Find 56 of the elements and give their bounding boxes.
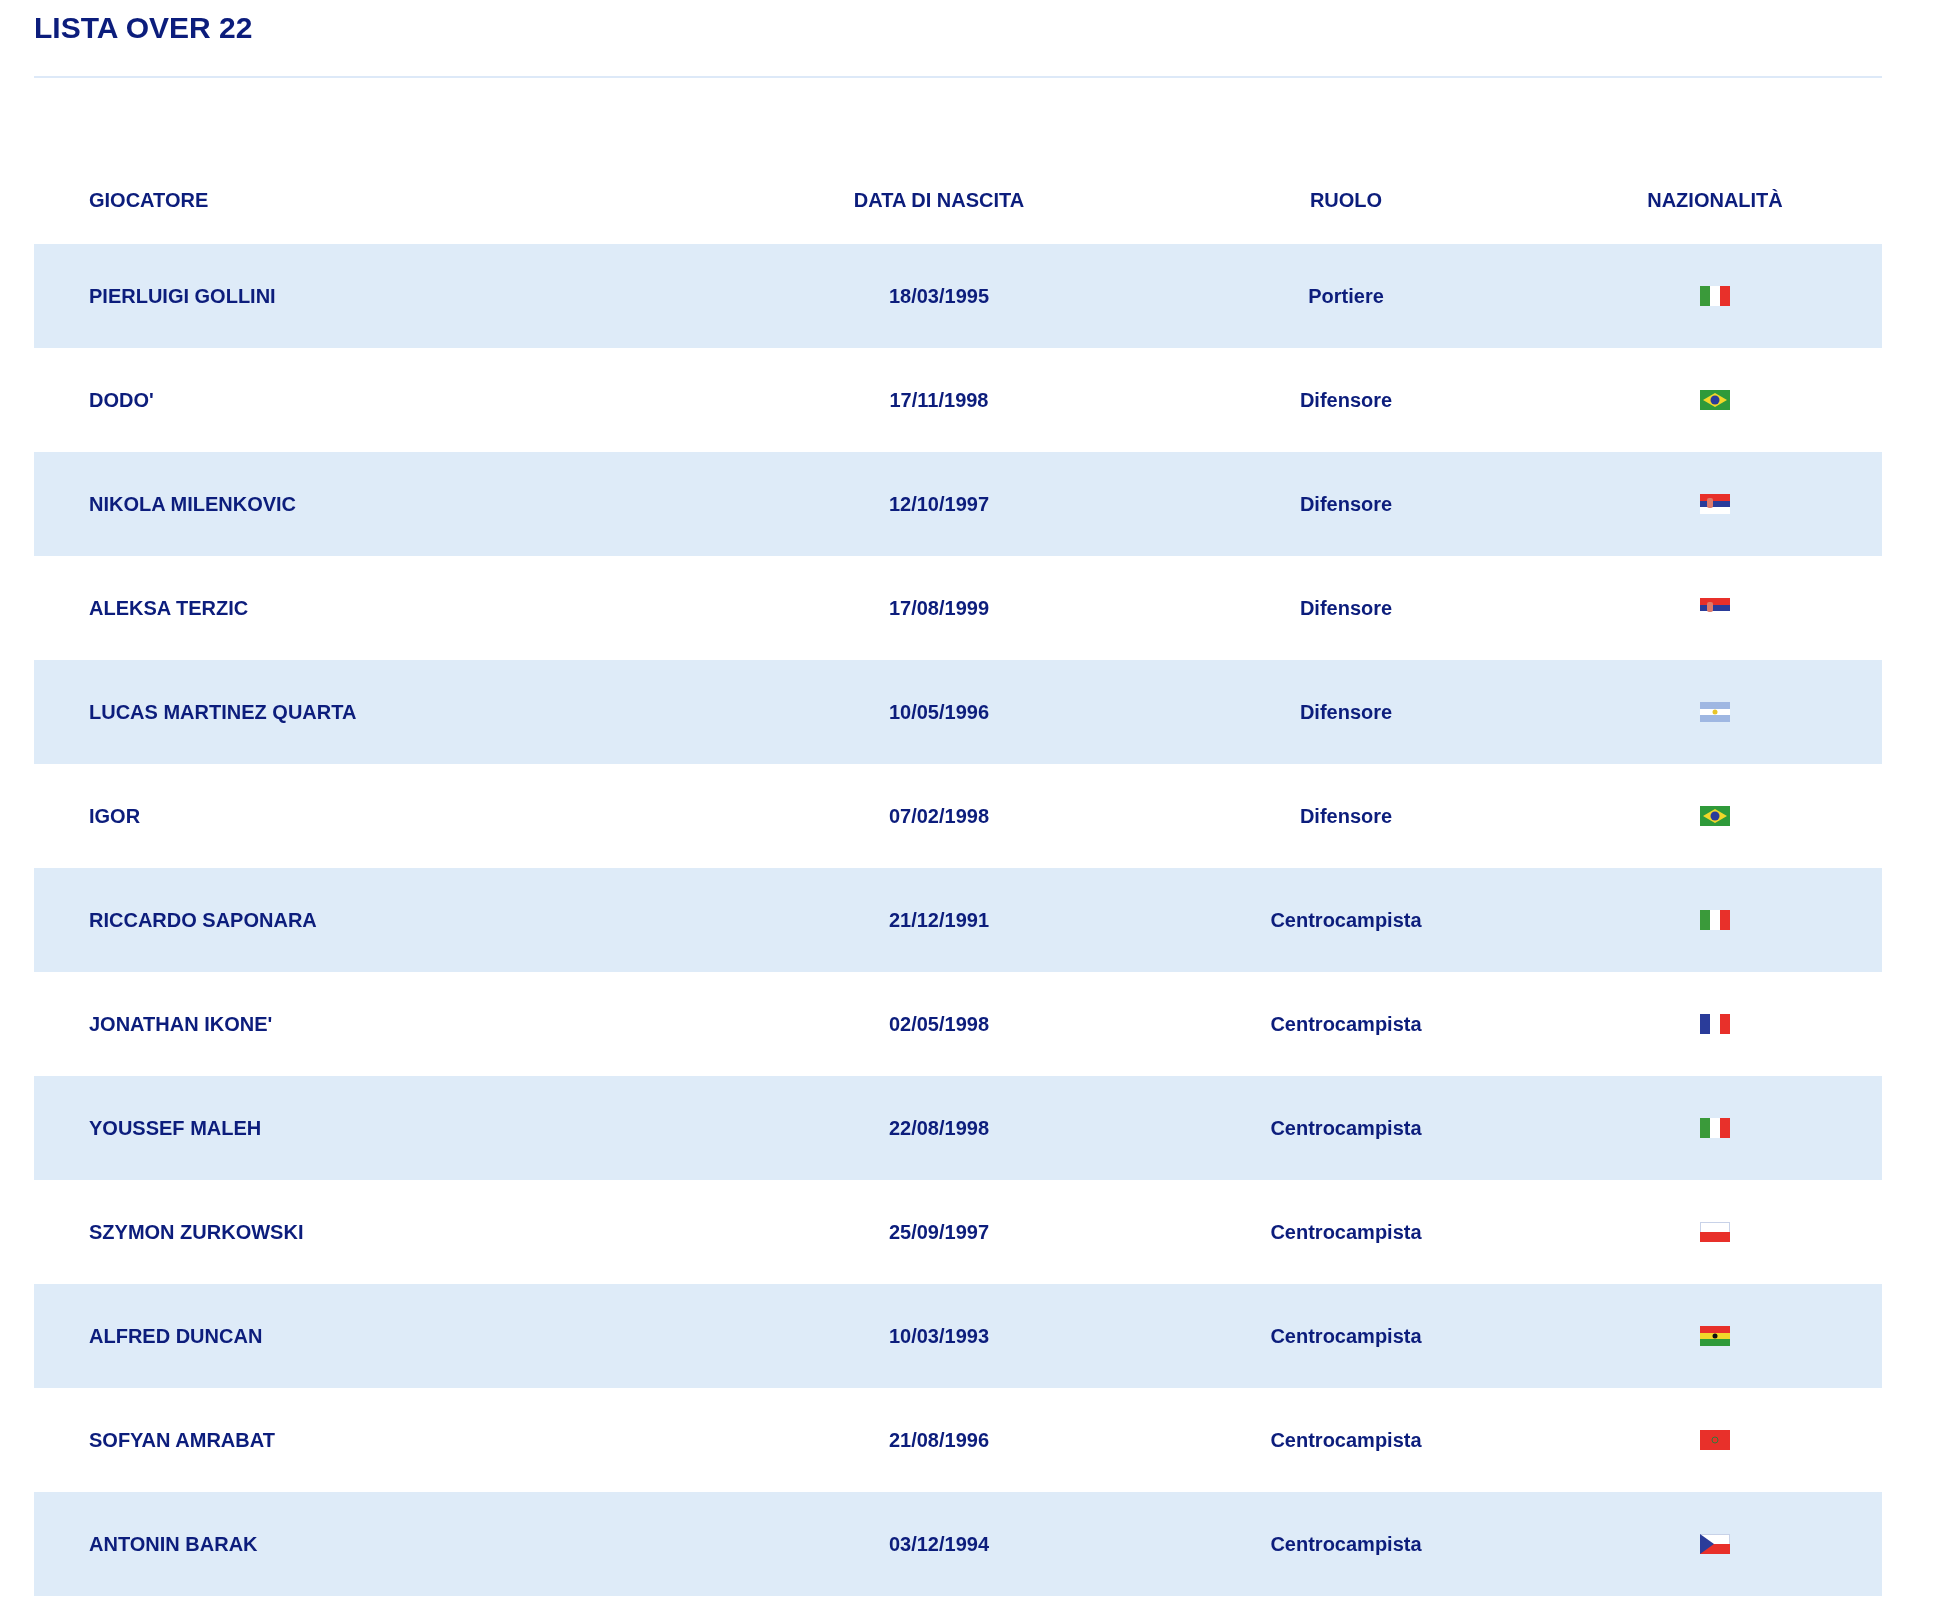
table-cell-text: 10/03/1993 xyxy=(887,1324,991,1348)
table-cell-text: Centrocampista xyxy=(1269,1428,1423,1452)
table-cell-text: 12/10/1997 xyxy=(887,492,991,516)
table-cell-text: Difensore xyxy=(1298,804,1394,828)
table-cell-text: Difensore xyxy=(1298,700,1394,724)
flag-icon xyxy=(1700,1534,1730,1554)
flag-icon xyxy=(1700,1014,1730,1034)
table-cell-text: ALFRED DUNCAN xyxy=(88,1324,264,1348)
flag-icon xyxy=(1700,286,1730,306)
table-cell-text: Centrocampista xyxy=(1269,908,1423,932)
table-cell-text: NIKOLA MILENKOVIC xyxy=(88,492,298,516)
column-header: GIOCATORE xyxy=(88,189,210,213)
table-cell-text: Difensore xyxy=(1298,388,1394,412)
table-cell-text: 25/09/1997 xyxy=(887,1220,991,1244)
table-cell-text: 17/11/1998 xyxy=(888,388,990,412)
table-cell-text: ALEKSA TERZIC xyxy=(88,596,250,620)
table-cell-text: 02/05/1998 xyxy=(887,1012,991,1036)
flag-icon xyxy=(1700,390,1730,410)
table-cell-text: 18/03/1995 xyxy=(887,284,991,308)
table-cell-text: Portiere xyxy=(1307,284,1385,308)
flag-icon xyxy=(1700,1326,1730,1346)
table-cell-text: Centrocampista xyxy=(1269,1220,1423,1244)
table-cell-text: Centrocampista xyxy=(1269,1324,1423,1348)
flag-icon xyxy=(1700,806,1730,826)
table-cell-text: Difensore xyxy=(1298,596,1394,620)
table-cell-text: JONATHAN IKONE' xyxy=(88,1012,274,1036)
flag-icon xyxy=(1700,1430,1730,1450)
table-cell-text: 21/08/1996 xyxy=(887,1428,991,1452)
table-cell-text: SOFYAN AMRABAT xyxy=(88,1428,276,1452)
table-cell-text: SZYMON ZURKOWSKI xyxy=(88,1220,305,1244)
table-cell-text: IGOR xyxy=(88,804,142,828)
table-cell-text: RICCARDO SAPONARA xyxy=(88,908,318,932)
flag-icon xyxy=(1700,910,1730,930)
table-cell-text: 21/12/1991 xyxy=(887,908,991,932)
table-cell-text: ANTONIN BARAK xyxy=(88,1532,259,1556)
table-cell-text: Centrocampista xyxy=(1269,1116,1423,1140)
flag-icon xyxy=(1700,494,1730,514)
table-cell-text: Difensore xyxy=(1298,492,1394,516)
table-cell-text: 07/02/1998 xyxy=(887,804,991,828)
flag-icon xyxy=(1700,702,1730,722)
table-cell-text: 17/08/1999 xyxy=(887,596,991,620)
table-cell-text: Centrocampista xyxy=(1269,1012,1423,1036)
table-cell-text: Centrocampista xyxy=(1269,1532,1423,1556)
flag-icon xyxy=(1700,1222,1730,1242)
column-header: DATA DI NASCITA xyxy=(852,189,1026,213)
table-cell-text: 10/05/1996 xyxy=(887,700,991,724)
table-cell-text: 03/12/1994 xyxy=(887,1532,991,1556)
table-cell-text: YOUSSEF MALEH xyxy=(88,1116,263,1140)
table-cell-text: 22/08/1998 xyxy=(887,1116,991,1140)
table-cell-text: LUCAS MARTINEZ QUARTA xyxy=(88,700,358,724)
table-cell-text: PIERLUIGI GOLLINI xyxy=(88,284,277,308)
table-cell-text: DODO' xyxy=(88,388,155,412)
page-title: LISTA OVER 22 xyxy=(34,10,254,46)
column-header: RUOLO xyxy=(1308,189,1384,213)
column-header: NAZIONALITÀ xyxy=(1646,189,1784,213)
flag-icon xyxy=(1700,1118,1730,1138)
